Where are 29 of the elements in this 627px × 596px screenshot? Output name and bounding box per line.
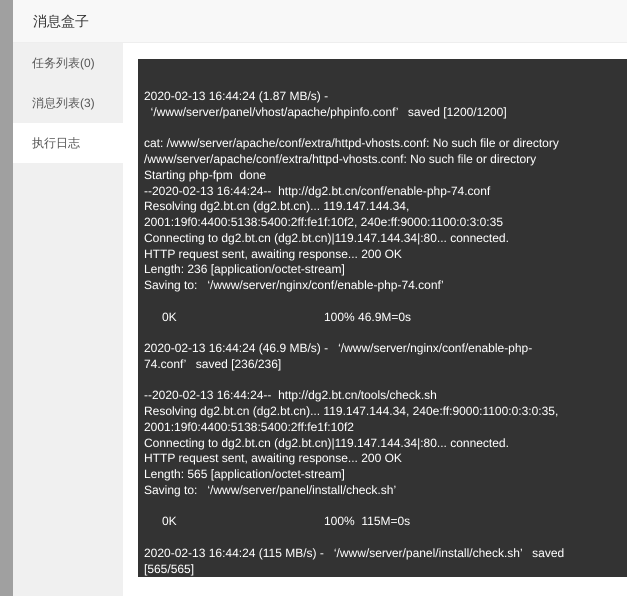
log-line: 2001:19f0:4400:5138:5400:2ff:fe1f:10f2 [144, 420, 354, 436]
log-line: 100% 115M=0s [324, 514, 410, 530]
log-line: 0K [161, 310, 178, 326]
log-line: ‘/www/server/panel/vhost/apache/phpinfo.conf’ saved [1200/1200] [150, 104, 507, 120]
log-line: --2020-02-13 16:44:24-- http://dg2.bt.cn/conf/enable-php-74.conf [144, 184, 490, 200]
log-line: Saving to: ‘/www/server/panel/install/check.sh’ [144, 482, 396, 498]
log-line: 0K [161, 514, 178, 530]
log-line: 100% 46.9M=0s [324, 310, 412, 326]
log-line: Length: 565 [application/octet-stream] [144, 467, 345, 483]
log-line: HTTP request sent, awaiting response... 200 OK [144, 246, 402, 262]
log-line: 2020-02-13 16:44:24 (115 MB/s) - ‘/www/server/panel/install/check.sh’ saved [144, 546, 564, 562]
log-line: /www/server/apache/conf/extra/httpd-vhosts.conf: No such file or directory [144, 152, 536, 168]
sidebar-tab[interactable]: 执行日志 [13, 123, 123, 163]
log-line: Resolving dg2.bt.cn (dg2.bt.cn)... 119.147.144.34, [144, 199, 410, 215]
log-line: Connecting to dg2.bt.cn (dg2.bt.cn)|119.147.144.34|:80... connected. [144, 230, 509, 246]
log-line: HTTP request sent, awaiting response... 200 OK [144, 451, 402, 467]
log-line: 74.conf’ saved [236/236] [144, 356, 282, 372]
log-line: [565/565] [144, 562, 194, 577]
log-line: Saving to: ‘/www/server/nginx/conf/enable-php-74.conf’ [144, 278, 444, 294]
dialog-title: 消息盒子 [33, 12, 89, 30]
log-line: 2001:19f0:4400:5138:5400:2ff:fe1f:10f2, 240e:ff:9000:1100:0:3:0:35 [144, 215, 503, 231]
log-line: Resolving dg2.bt.cn (dg2.bt.cn)... 119.147.144.34, 240e:ff:9000:1100:0:3:0:35, [144, 404, 558, 420]
log-line: Starting php-fpm done [144, 168, 266, 184]
log-line: Length: 236 [application/octet-stream] [144, 262, 345, 278]
log-line: 2020-02-13 16:44:24 (46.9 MB/s) - ‘/www/server/nginx/conf/enable-php- [144, 341, 532, 357]
log-line: cat: /www/server/apache/conf/extra/httpd-vhosts.conf: No such file or directory [144, 136, 559, 152]
log-line: Connecting to dg2.bt.cn (dg2.bt.cn)|119.147.144.34|:80... connected. [144, 436, 509, 452]
log-line: 2020-02-13 16:44:24 (1.87 MB/s) - [144, 89, 328, 105]
log-line: --2020-02-13 16:44:24-- http://dg2.bt.cn/tools/check.sh [144, 388, 437, 404]
